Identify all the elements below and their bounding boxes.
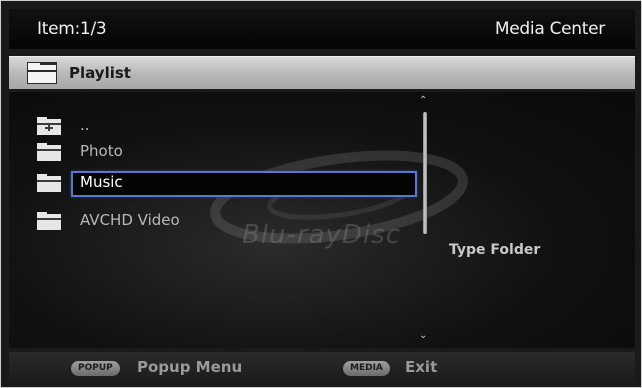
footer-bar: POPUP Popup Menu MEDIA Exit: [9, 352, 635, 382]
playlist-bar: Playlist: [9, 56, 635, 89]
list-item-label: AVCHD Video: [80, 211, 180, 229]
item-type-info: Type Folder: [449, 242, 541, 258]
scroll-thumb[interactable]: [423, 112, 427, 234]
parent-folder-icon: [37, 117, 61, 139]
exit-label[interactable]: Exit: [405, 358, 437, 376]
scroll-down-icon[interactable]: ⌄: [419, 330, 427, 341]
media-key-badge[interactable]: MEDIA: [343, 361, 390, 376]
folder-icon: [37, 143, 61, 165]
list-item-music[interactable]: Music: [9, 171, 429, 197]
folder-icon: [27, 62, 57, 88]
popup-key-badge[interactable]: POPUP: [71, 361, 120, 376]
list-scrollbar[interactable]: ⌃ ⌄: [418, 92, 432, 348]
list-item-label: ..: [80, 116, 90, 134]
header-bar: Item:1/3 Media Center: [9, 9, 635, 49]
folder-icon: [37, 174, 61, 196]
media-center-screen: Item:1/3 Media Center Playlist Blu-rayDi…: [0, 0, 642, 388]
list-item-label: Music: [80, 173, 123, 191]
popup-menu-label[interactable]: Popup Menu: [137, 358, 242, 376]
playlist-label: Playlist: [69, 64, 131, 82]
selection-highlight: [71, 171, 417, 197]
list-item-photo[interactable]: Photo: [9, 140, 429, 166]
list-item-label: Photo: [80, 142, 123, 160]
list-item-avchd-video[interactable]: AVCHD Video: [9, 209, 429, 235]
item-counter: Item:1/3: [37, 19, 107, 39]
scroll-up-icon[interactable]: ⌃: [419, 95, 427, 106]
list-item-parent[interactable]: ..: [9, 114, 429, 140]
app-title: Media Center: [494, 19, 605, 39]
file-browser-panel: Blu-rayDisc .. Photo Music AVCHD Video ⌃…: [9, 92, 635, 348]
folder-icon: [37, 212, 61, 234]
